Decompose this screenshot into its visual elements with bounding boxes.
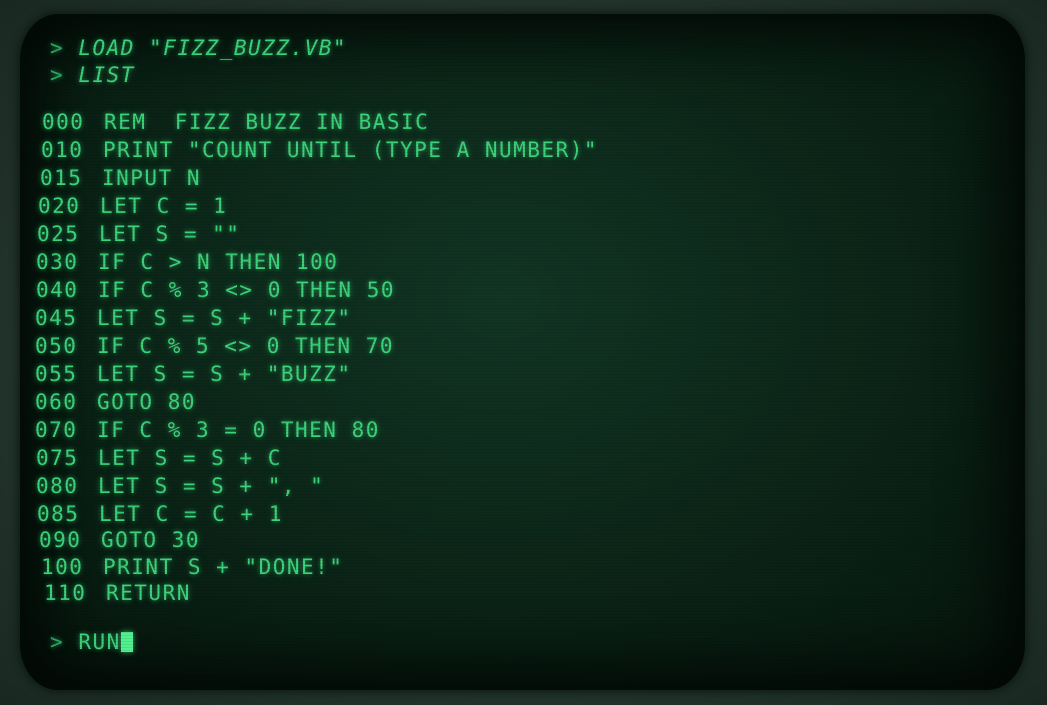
code-text: PRINT "COUNT UNTIL (TYPE A NUMBER)" — [103, 138, 599, 162]
code-line: 015 INPUT N — [40, 166, 201, 190]
command-line-load: > LOAD "FIZZ_BUZZ.VB" — [50, 36, 347, 60]
code-line: 010 PRINT "COUNT UNTIL (TYPE A NUMBER)" — [41, 138, 598, 162]
code-text: IF C % 3 = 0 THEN 80 — [97, 418, 380, 442]
input-text[interactable]: RUN — [78, 630, 120, 654]
code-line: 070 IF C % 3 = 0 THEN 80 — [35, 418, 380, 442]
code-line: 020 LET C = 1 — [38, 194, 227, 218]
prompt-symbol: > — [50, 36, 65, 60]
line-number: 110 — [44, 581, 87, 605]
prompt-symbol: > — [50, 630, 65, 654]
code-line: 100 PRINT S + "DONE!" — [41, 555, 343, 579]
command-line-list: > LIST — [50, 63, 135, 87]
line-number: 030 — [36, 250, 79, 274]
code-text: INPUT N — [102, 166, 202, 190]
line-number: 045 — [35, 306, 78, 330]
line-number: 075 — [36, 446, 79, 470]
code-text: LET S = S + C — [98, 446, 282, 470]
code-line: 085 LET C = C + 1 — [37, 502, 283, 526]
line-number: 015 — [40, 166, 83, 190]
code-line: 075 LET S = S + C — [36, 446, 282, 470]
code-text: IF C % 3 <> 0 THEN 50 — [98, 278, 396, 302]
line-number: 050 — [35, 334, 78, 358]
line-number: 100 — [41, 555, 84, 579]
code-text: IF C % 5 <> 0 THEN 70 — [97, 334, 395, 358]
line-number: 000 — [42, 110, 85, 134]
line-number: 080 — [36, 474, 79, 498]
line-number: 055 — [35, 362, 78, 386]
command-text: LOAD "FIZZ_BUZZ.VB" — [78, 36, 348, 60]
prompt-symbol: > — [50, 63, 65, 87]
code-text: GOTO 30 — [101, 528, 201, 552]
code-line: 025 LET S = "" — [37, 222, 240, 246]
code-line: 080 LET S = S + ", " — [36, 474, 324, 498]
code-line: 110 RETURN — [44, 581, 191, 605]
line-number: 040 — [36, 278, 79, 302]
code-text: GOTO 80 — [97, 390, 197, 414]
code-line: 045 LET S = S + "FIZZ" — [35, 306, 352, 330]
code-line: 060 GOTO 80 — [35, 390, 196, 414]
command-text: LIST — [78, 63, 135, 87]
line-number: 060 — [35, 390, 78, 414]
code-text: LET S = S + "BUZZ" — [97, 362, 352, 386]
code-line: 000 REM FIZZ BUZZ IN BASIC — [42, 110, 429, 134]
line-number: 085 — [37, 502, 80, 526]
code-line: 050 IF C % 5 <> 0 THEN 70 — [35, 334, 394, 358]
code-text: IF C > N THEN 100 — [98, 250, 339, 274]
code-line: 090 GOTO 30 — [39, 528, 200, 552]
code-text: LET S = S + ", " — [98, 474, 325, 498]
input-line[interactable]: > RUN — [50, 630, 133, 654]
line-number: 090 — [39, 528, 82, 552]
line-number: 070 — [35, 418, 78, 442]
code-line: 055 LET S = S + "BUZZ" — [35, 362, 352, 386]
code-text: LET S = "" — [99, 222, 241, 246]
monitor-bezel: > LOAD "FIZZ_BUZZ.VB" > LIST 000 REM FIZZ… — [0, 0, 1047, 705]
code-text: RETURN — [106, 581, 191, 605]
text-cursor — [120, 632, 133, 652]
line-number: 025 — [37, 222, 80, 246]
code-line: 030 IF C > N THEN 100 — [36, 250, 338, 274]
code-text: LET C = 1 — [100, 194, 228, 218]
crt-screen: > LOAD "FIZZ_BUZZ.VB" > LIST 000 REM FIZZ… — [20, 14, 1025, 690]
code-text: LET C = C + 1 — [99, 502, 283, 526]
code-text: REM FIZZ BUZZ IN BASIC — [104, 110, 430, 134]
line-number: 020 — [38, 194, 81, 218]
code-line: 040 IF C % 3 <> 0 THEN 50 — [36, 278, 395, 302]
code-text: PRINT S + "DONE!" — [103, 555, 344, 579]
line-number: 010 — [41, 138, 84, 162]
code-text: LET S = S + "FIZZ" — [97, 306, 352, 330]
